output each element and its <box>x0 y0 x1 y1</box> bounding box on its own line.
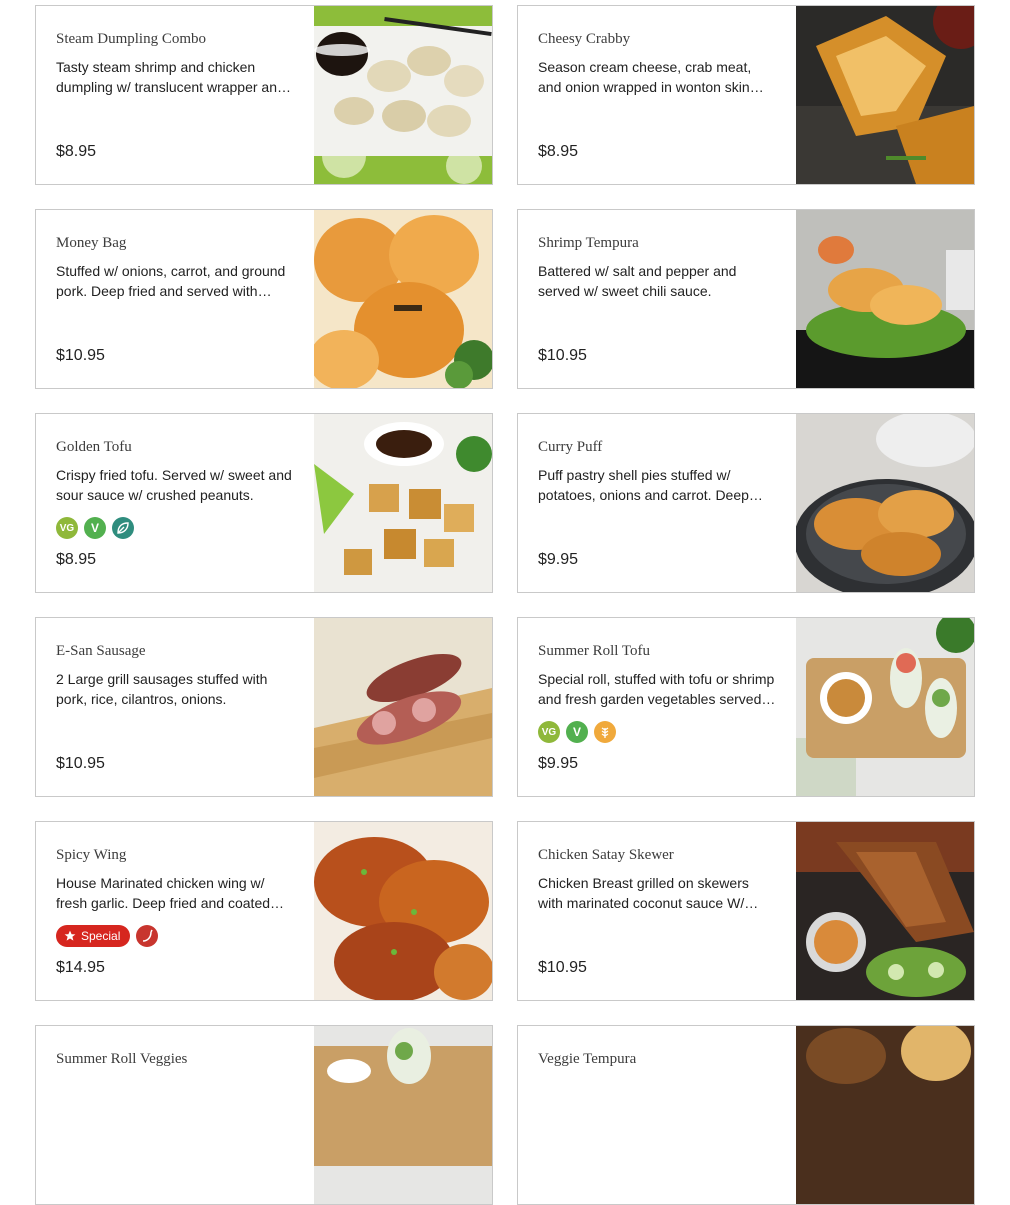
item-price: $9.95 <box>538 551 579 568</box>
item-price: $10.95 <box>538 959 587 976</box>
shrimp-tempura-photo <box>796 210 974 388</box>
item-description: Special roll, stuffed with tofu or shrim… <box>538 671 775 707</box>
menu-item-card[interactable]: Summer Roll Veggies <box>35 1025 493 1205</box>
item-description: Season cream cheese, crab meat, and onio… <box>538 59 752 95</box>
item-price: $8.95 <box>56 143 97 160</box>
leaf-icon <box>112 517 134 539</box>
item-price: $14.95 <box>56 959 105 976</box>
item-price: $10.95 <box>56 755 105 772</box>
dumpling-photo <box>314 6 492 184</box>
item-name: Summer Roll Veggies <box>56 1051 188 1067</box>
item-description: House Marinated chicken wing w/ fresh ga… <box>56 875 271 911</box>
menu-item-card[interactable]: Spicy Wing House Marinated chicken wing … <box>35 821 493 1001</box>
special-badge: Special <box>56 925 131 947</box>
special-label: Special <box>81 929 121 943</box>
item-description: Puff pastry shell pies stuffed w/ potato… <box>538 467 749 503</box>
vegetarian-badge: V <box>566 721 588 743</box>
dietary-badges: VG V <box>56 517 134 539</box>
wheat-icon <box>594 721 616 743</box>
chili-icon <box>136 925 159 947</box>
item-name: E-San Sausage <box>56 643 146 659</box>
sausage-photo <box>314 618 492 796</box>
item-name: Summer Roll Tofu <box>538 643 651 659</box>
vegetarian-badge: V <box>84 517 106 539</box>
menu-item-card[interactable]: Shrimp Tempura Battered w/ salt and pepp… <box>517 209 975 389</box>
vegan-label: VG <box>541 726 557 738</box>
menu-item-card[interactable]: Curry Puff Puff pastry shell pies stuffe… <box>517 413 975 593</box>
item-description: Crispy fried tofu. Served w/ sweet and s… <box>56 467 292 503</box>
menu-item-card[interactable]: Money Bag Stuffed w/ onions, carrot, and… <box>35 209 493 389</box>
menu-item-card[interactable]: Veggie Tempura <box>517 1025 975 1205</box>
dietary-badges: Special <box>56 925 159 947</box>
item-name: Chicken Satay Skewer <box>538 847 674 863</box>
wing-photo <box>314 822 492 1000</box>
menu-item-card[interactable]: Summer Roll Tofu Special roll, stuffed w… <box>517 617 975 797</box>
vegetarian-label: V <box>572 725 581 739</box>
item-price: $10.95 <box>538 347 587 364</box>
vegan-label: VG <box>59 522 75 534</box>
item-name: Veggie Tempura <box>538 1051 637 1067</box>
menu-item-card[interactable]: Cheesy Crabby Season cream cheese, crab … <box>517 5 975 185</box>
item-name: Steam Dumpling Combo <box>56 31 206 47</box>
item-name: Golden Tofu <box>56 439 132 455</box>
item-name: Spicy Wing <box>56 847 127 863</box>
tofu-photo <box>314 414 492 592</box>
item-price: $8.95 <box>538 143 579 160</box>
menu-item-card[interactable]: Golden Tofu Crispy fried tofu. Served w/… <box>35 413 493 593</box>
item-price: $9.95 <box>538 755 579 772</box>
menu-item-card[interactable]: Chicken Satay Skewer Chicken Breast gril… <box>517 821 975 1001</box>
item-description: 2 Large grill sausages stuffed with pork… <box>56 671 268 707</box>
item-description: Battered w/ salt and pepper and served w… <box>538 263 737 299</box>
item-name: Shrimp Tempura <box>538 235 639 251</box>
menu-item-card[interactable]: Steam Dumpling Combo Tasty steam shrimp … <box>35 5 493 185</box>
item-description: Chicken Breast grilled on skewers with m… <box>538 875 749 911</box>
item-description: Tasty steam shrimp and chicken dumpling … <box>56 59 285 95</box>
item-name: Cheesy Crabby <box>538 31 631 47</box>
item-name: Money Bag <box>56 235 127 251</box>
summer-roll-photo <box>796 618 974 796</box>
item-name: Curry Puff <box>538 439 603 455</box>
menu-grid: Steam Dumpling Combo Tasty steam shrimp … <box>35 5 975 1205</box>
menu-item-card[interactable]: E-San Sausage 2 Large grill sausages stu… <box>35 617 493 797</box>
star-icon <box>64 930 76 941</box>
money-bag-photo <box>314 210 492 388</box>
item-description: Stuffed w/ onions, carrot, and ground po… <box>56 263 286 299</box>
crab-rangoon-photo <box>796 6 974 184</box>
vegan-badge: VG <box>56 517 78 539</box>
vegetarian-label: V <box>90 521 99 535</box>
curry-puff-photo <box>796 414 974 592</box>
satay-photo <box>796 822 974 1000</box>
vegan-badge: VG <box>538 721 560 743</box>
dietary-badges: VG V <box>538 721 616 743</box>
summer-roll-veggie-photo <box>314 1026 492 1204</box>
item-price: $8.95 <box>56 551 97 568</box>
veggie-tempura-photo <box>796 1026 974 1204</box>
item-price: $10.95 <box>56 347 105 364</box>
